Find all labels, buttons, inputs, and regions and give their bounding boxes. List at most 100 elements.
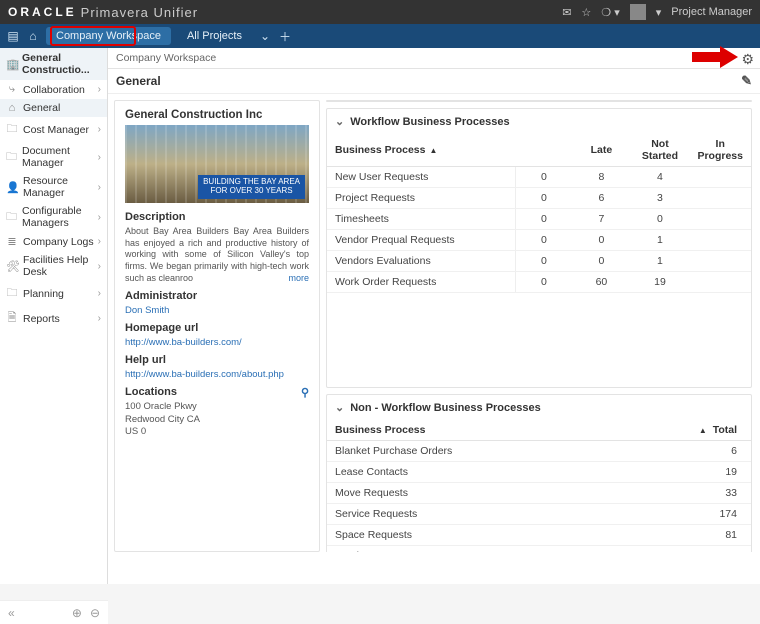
cell-total: 6	[666, 441, 751, 462]
sidebar-item-reports[interactable]: 🗎Reports›	[0, 306, 107, 331]
cell-0: 0	[515, 209, 572, 230]
cell-bp: Vendors Evaluations	[327, 251, 515, 272]
sidebar-item-planning[interactable]: 🗀Planning›	[0, 281, 107, 306]
location-pin-icon[interactable]: ⚲	[301, 386, 309, 399]
folder-icon: 🗀	[6, 208, 17, 227]
plus-circle-icon[interactable]: ⊕	[72, 606, 82, 620]
user-role[interactable]: Project Manager	[671, 6, 752, 18]
add-tab-icon[interactable]: ＋	[278, 28, 292, 45]
sidebar-item-label: Facilities Help Desk	[23, 254, 98, 278]
cell-ip	[689, 209, 751, 230]
edit-icon[interactable]: ✎	[741, 73, 752, 89]
global-header: ORACLE Primavera Unifier ✉ ☆ ❍ ▾ ▾ Proje…	[0, 0, 760, 24]
star-icon[interactable]: ☆	[581, 6, 591, 19]
cell-bp: Service Requests	[327, 504, 666, 525]
table-row[interactable]: Service Requests 174	[327, 504, 751, 525]
workflow-panel-header[interactable]: ⌄ Workflow Business Processes	[327, 109, 751, 134]
notif-label: Notifications	[575, 100, 650, 102]
company-icon: 🏢	[6, 58, 18, 71]
desc-heading: Description	[125, 211, 309, 223]
cell-late: 0	[572, 251, 630, 272]
col-inprogress[interactable]: In Progress	[689, 134, 751, 167]
sidebar-item-label: Document Manager	[22, 145, 98, 169]
sidebar-item-label: Configurable Managers	[22, 205, 98, 229]
nonworkflow-panel: ⌄ Non - Workflow Business Processes Busi…	[326, 394, 752, 552]
folder-icon: 🗀	[6, 120, 18, 139]
sidebar-item-collaboration[interactable]: ⤷Collaboration›	[0, 80, 107, 99]
table-row[interactable]: Vendor Prequal Requests 0 0 1	[327, 230, 751, 251]
col-total[interactable]: ▲ Total	[666, 420, 751, 441]
table-row[interactable]: Work Order Requests 0 60 19	[327, 272, 751, 293]
sidebar-item-facilities[interactable]: 🛠Facilities Help Desk›	[0, 251, 107, 281]
brand-main: ORACLE	[8, 5, 77, 19]
collab-icon: ⤷	[6, 83, 18, 96]
tasks-value: 109Active	[498, 100, 539, 102]
cell-bp: Project Requests	[327, 188, 515, 209]
nonworkflow-panel-header[interactable]: ⌄ Non - Workflow Business Processes	[327, 395, 751, 420]
help-url[interactable]: http://www.ba-builders.com/about.php	[125, 369, 309, 380]
sidebar-item-label: Cost Manager	[23, 124, 89, 136]
home-url[interactable]: http://www.ba-builders.com/	[125, 337, 309, 348]
sidebar-item-document[interactable]: 🗀Document Manager›	[0, 142, 107, 172]
table-row[interactable]: Vendors Evaluations 0 0 1	[327, 251, 751, 272]
gear-icon[interactable]: ⚙	[741, 51, 754, 68]
sidebar-item-label: Company Logs	[23, 236, 94, 248]
cell-0: 0	[515, 188, 572, 209]
sidebar-item-logs[interactable]: ≣Company Logs›	[0, 232, 107, 251]
col-0[interactable]: 0	[515, 134, 572, 167]
hero-line2: FOR OVER 30 YEARS	[203, 187, 300, 196]
table-row[interactable]: Timesheets 0 7 0	[327, 209, 751, 230]
page-title: General	[116, 74, 161, 88]
tab-all-projects[interactable]: All Projects	[177, 27, 252, 45]
more-link[interactable]: more	[288, 273, 309, 285]
minus-circle-icon[interactable]: ⊖	[90, 606, 100, 620]
avatar-caret[interactable]: ▾	[656, 6, 662, 19]
sidebar: 🏢 General Constructio... ⤷Collaboration›…	[0, 48, 108, 584]
help-heading: Help url	[125, 354, 309, 366]
cell-ip	[689, 251, 751, 272]
col-bp[interactable]: Business Process▲	[327, 134, 515, 167]
help-icon[interactable]: ❍ ▾	[601, 6, 619, 19]
col-late[interactable]: Late	[572, 134, 630, 167]
table-row[interactable]: New User Requests 0 8 4	[327, 167, 751, 188]
sidebar-item-cost[interactable]: 🗀Cost Manager›	[0, 117, 107, 142]
tab-chevron-icon[interactable]: ⌄	[258, 29, 272, 43]
general-icon: ⌂	[6, 102, 18, 114]
caret-down-icon[interactable]: ⌄	[335, 115, 344, 128]
sidebar-header[interactable]: 🏢 General Constructio...	[0, 48, 107, 80]
table-row[interactable]: Lease Contacts 19	[327, 462, 751, 483]
cell-bp: Vendor Prequal Requests	[327, 230, 515, 251]
sidebar-item-label: Collaboration	[23, 84, 85, 96]
avatar[interactable]	[630, 4, 646, 20]
sidebar-item-config[interactable]: 🗀Configurable Managers›	[0, 202, 107, 232]
breadcrumb-text: Company Workspace	[116, 52, 216, 64]
cell-0: 0	[515, 272, 572, 293]
doc-icon: 🗎	[6, 309, 18, 328]
cell-bp: New User Requests	[327, 167, 515, 188]
page-title-row: General ✎	[108, 69, 760, 94]
admin-name[interactable]: Don Smith	[125, 305, 309, 316]
collapse-icon[interactable]: «	[8, 606, 15, 620]
sidebar-item-label: Resource Manager	[23, 175, 98, 199]
announce-icon[interactable]: ✉	[562, 6, 571, 19]
dashboard-icon[interactable]: ▤	[6, 29, 20, 43]
table-row[interactable]: Project Requests 0 6 3	[327, 188, 751, 209]
home-icon[interactable]: ⌂	[26, 29, 40, 43]
tab-company-workspace[interactable]: Company Workspace	[46, 27, 171, 45]
header-actions: ✉ ☆ ❍ ▾ ▾ Project Manager	[562, 4, 752, 20]
sidebar-item-label: Reports	[23, 313, 60, 325]
cell-ns: 3	[631, 188, 690, 209]
table-row[interactable]: Blanket Purchase Orders 6	[327, 441, 751, 462]
sidebar-item-resource[interactable]: 👤Resource Manager›	[0, 172, 107, 202]
table-row[interactable]: Vendors 23	[327, 546, 751, 553]
table-row[interactable]: Space Requests 81	[327, 525, 751, 546]
col-bp[interactable]: Business Process	[327, 420, 666, 441]
cell-bp: Move Requests	[327, 483, 666, 504]
cell-total: 81	[666, 525, 751, 546]
home-heading: Homepage url	[125, 322, 309, 334]
table-row[interactable]: Move Requests 33	[327, 483, 751, 504]
col-notstarted[interactable]: Not Started	[631, 134, 690, 167]
caret-down-icon[interactable]: ⌄	[335, 401, 344, 414]
sidebar-item-general[interactable]: ⌂General	[0, 99, 107, 117]
list-icon: ≣	[6, 235, 18, 248]
